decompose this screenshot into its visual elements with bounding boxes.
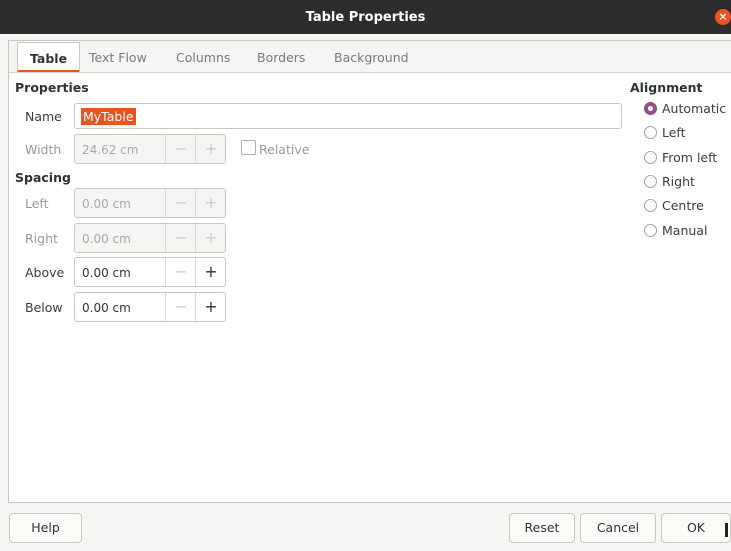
help-button[interactable]: Help (9, 513, 82, 543)
left-label: Left (25, 196, 49, 211)
alignment-from-left-label: From left (662, 150, 718, 165)
above-spacing-field[interactable]: 0.00 cm − + (74, 257, 226, 287)
right-label: Right (25, 231, 58, 246)
width-label: Width (25, 142, 62, 157)
dialog-titlebar: Table Properties × (0, 0, 731, 34)
spacing-heading: Spacing (15, 170, 71, 185)
alignment-automatic-radio[interactable] (644, 102, 657, 115)
tab-borders[interactable]: Borders (257, 50, 305, 65)
below-spacing-field[interactable]: 0.00 cm − + (74, 292, 226, 322)
alignment-automatic-label: Automatic (662, 101, 727, 116)
reset-button[interactable]: Reset (509, 513, 575, 543)
left-increment-button[interactable]: + (195, 189, 226, 217)
alignment-right-radio[interactable] (644, 175, 657, 188)
tab-bar: Table Text Flow Columns Borders Backgrou… (9, 41, 731, 73)
close-icon: × (718, 10, 728, 23)
alignment-centre-radio[interactable] (644, 199, 657, 212)
name-field[interactable]: MyTable (74, 103, 622, 129)
left-spacing-field[interactable]: 0.00 cm − + (74, 188, 226, 218)
alignment-heading: Alignment (630, 80, 703, 95)
alignment-left-label: Left (662, 125, 686, 140)
relative-checkbox[interactable] (241, 140, 256, 155)
close-button[interactable]: × (715, 9, 731, 25)
right-spacing-value: 0.00 cm (82, 232, 131, 246)
name-value: MyTable (81, 108, 136, 125)
alignment-manual-label: Manual (662, 223, 708, 238)
left-decrement-button[interactable]: − (165, 189, 196, 217)
relative-label: Relative (259, 142, 310, 157)
tab-columns[interactable]: Columns (176, 50, 230, 65)
name-label: Name (25, 109, 62, 124)
mouse-cursor (725, 523, 728, 537)
above-increment-button[interactable]: + (195, 258, 226, 286)
right-decrement-button[interactable]: − (165, 224, 196, 252)
above-spacing-value: 0.00 cm (82, 266, 131, 280)
alignment-manual-radio[interactable] (644, 224, 657, 237)
ok-button[interactable]: OK (661, 513, 731, 543)
right-increment-button[interactable]: + (195, 224, 226, 252)
above-decrement-button[interactable]: − (165, 258, 196, 286)
alignment-right-label: Right (662, 174, 695, 189)
alignment-from-left-radio[interactable] (644, 151, 657, 164)
right-spacing-field[interactable]: 0.00 cm − + (74, 223, 226, 253)
below-decrement-button[interactable]: − (165, 293, 196, 321)
width-decrement-button[interactable]: − (165, 135, 196, 163)
left-spacing-value: 0.00 cm (82, 197, 131, 211)
width-field[interactable]: 24.62 cm − + (74, 134, 226, 164)
properties-heading: Properties (15, 80, 89, 95)
alignment-left-radio[interactable] (644, 126, 657, 139)
below-label: Below (25, 300, 63, 315)
below-increment-button[interactable]: + (195, 293, 226, 321)
tab-text-flow[interactable]: Text Flow (89, 50, 147, 65)
tab-table[interactable]: Table (17, 42, 81, 72)
cancel-button[interactable]: Cancel (580, 513, 656, 543)
below-spacing-value: 0.00 cm (82, 301, 131, 315)
tab-background[interactable]: Background (334, 50, 409, 65)
width-increment-button[interactable]: + (195, 135, 226, 163)
width-value: 24.62 cm (82, 143, 139, 157)
alignment-centre-label: Centre (662, 198, 704, 213)
above-label: Above (25, 265, 65, 280)
dialog-title: Table Properties (305, 10, 426, 25)
